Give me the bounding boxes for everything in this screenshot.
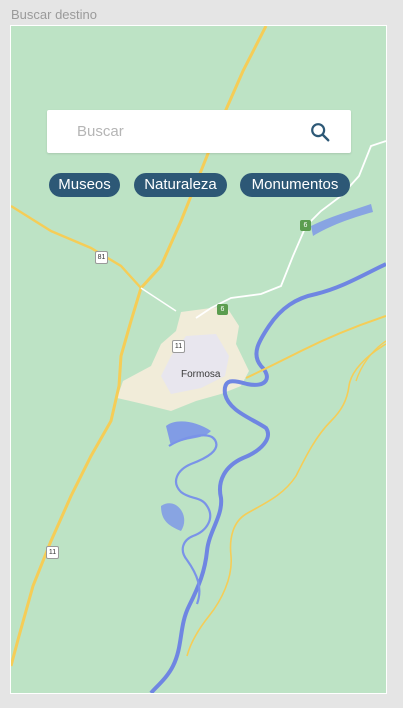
search-bar[interactable] — [47, 110, 351, 153]
search-icon[interactable] — [309, 121, 331, 143]
chip-museos[interactable]: Museos — [49, 173, 120, 197]
route-shield-6-north: 6 — [300, 220, 311, 231]
search-input[interactable] — [75, 110, 297, 153]
route-shield-label: 11 — [174, 343, 183, 350]
route-shield-label: 11 — [48, 549, 57, 556]
chip-naturaleza[interactable]: Naturaleza — [134, 173, 227, 197]
frame-title: Buscar destino — [11, 7, 97, 22]
route-shield-label: 81 — [97, 254, 106, 261]
chip-monumentos[interactable]: Monumentos — [240, 173, 350, 197]
route-shield-11-south: 11 — [46, 546, 59, 559]
route-shield-label: 6 — [220, 306, 225, 313]
map-view[interactable]: 81 11 11 6 6 Formosa Museos Naturaleza M… — [10, 25, 387, 694]
route-shield-6-city: 6 — [217, 304, 228, 315]
category-chips: Museos Naturaleza Monumentos — [11, 173, 386, 197]
route-shield-11-north: 11 — [172, 340, 185, 353]
city-label: Formosa — [181, 369, 221, 380]
route-shield-label: 6 — [303, 222, 308, 229]
route-shield-81: 81 — [95, 251, 108, 264]
